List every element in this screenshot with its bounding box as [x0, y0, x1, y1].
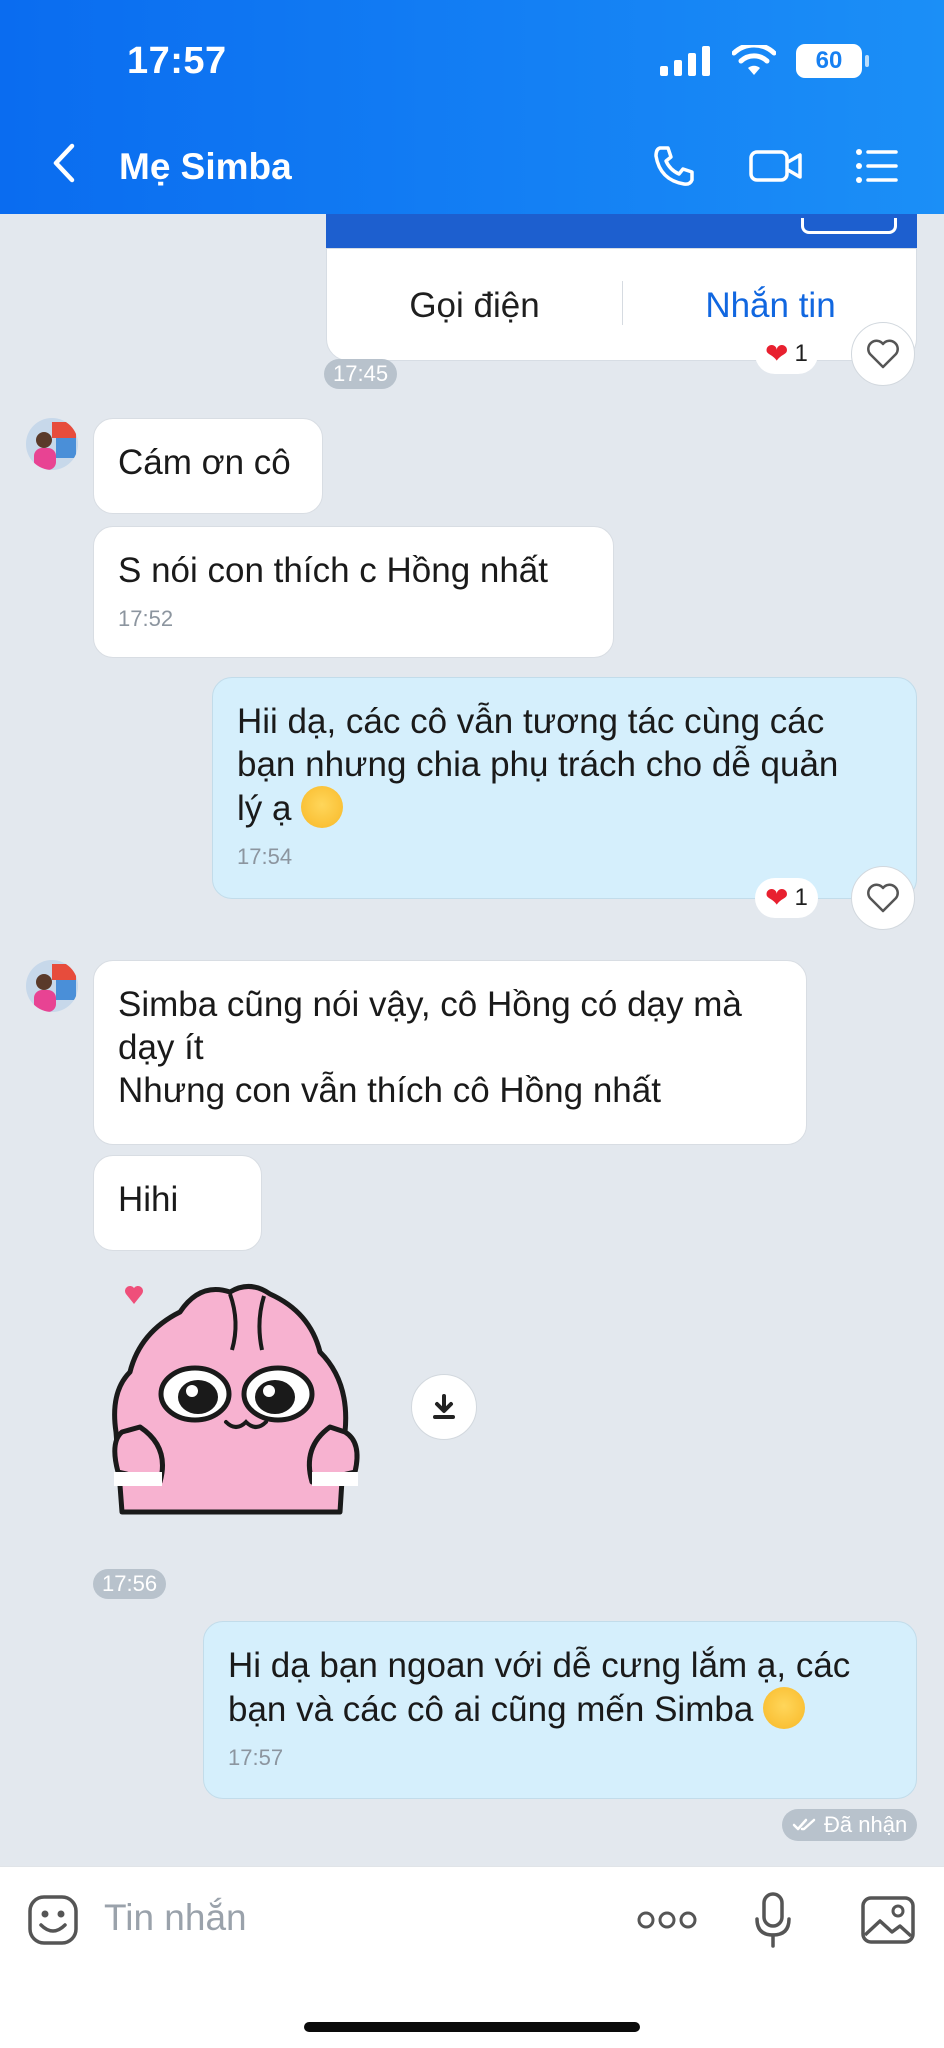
download-button[interactable]: [411, 1374, 477, 1440]
message-text: Hihi: [118, 1180, 179, 1219]
message-bubble-mine[interactable]: Hii dạ, các cô vẫn tương tác cùng các bạ…: [212, 677, 917, 899]
emoji-icon[interactable]: [26, 1893, 80, 1947]
avatar[interactable]: [26, 418, 78, 470]
status-time: 17:57: [127, 40, 227, 82]
back-icon[interactable]: [46, 140, 82, 186]
card-logo: [801, 218, 897, 234]
home-indicator: [304, 2022, 640, 2032]
heart-outline-icon: [867, 339, 899, 369]
message-bubble-mine[interactable]: Hi dạ bạn ngoan với dễ cưng lắm ạ, các b…: [203, 1621, 917, 1799]
message-text: Hii dạ, các cô vẫn tương tác cùng các: [237, 702, 825, 741]
image-icon[interactable]: [860, 1895, 916, 1945]
message-text: S nói con thích c Hồng nhất: [118, 551, 548, 590]
message-text: Cám ơn cô: [118, 443, 291, 482]
message-bubble[interactable]: Cám ơn cô: [93, 418, 323, 514]
heart-outline-icon: [867, 883, 899, 913]
message-list[interactable]: Gọi điện Nhắn tin ❤ 1 17:45 Cám ơn cô S …: [0, 214, 944, 1866]
sticker-image[interactable]: [100, 1272, 380, 1522]
message-time: 17:54: [237, 844, 293, 869]
message-text: lý ạ: [237, 789, 292, 828]
message-text: bạn và các cô ai cũng mến Simba: [228, 1690, 754, 1729]
video-icon[interactable]: [748, 142, 804, 190]
message-text: bạn nhưng chia phụ trách cho dễ quản: [237, 745, 839, 784]
message-time: 17:45: [324, 359, 398, 389]
message-time: 17:52: [118, 606, 174, 631]
avatar-image: [26, 418, 78, 470]
mic-icon[interactable]: [753, 1891, 793, 1949]
menu-icon[interactable]: [852, 142, 900, 190]
contact-card-banner: [326, 214, 917, 248]
signal-icon: [660, 46, 710, 76]
wifi-icon: [732, 45, 776, 75]
chat-header: 17:57 60 Mẹ Simba: [0, 0, 944, 214]
message-bubble[interactable]: Hihi: [93, 1155, 262, 1251]
more-icon[interactable]: [636, 1909, 698, 1931]
message-bubble[interactable]: S nói con thích c Hồng nhất 17:52: [93, 526, 614, 658]
delivery-status-text: Đã nhận: [824, 1812, 908, 1837]
message-input[interactable]: Tin nhắn: [104, 1897, 247, 1939]
download-icon: [433, 1394, 455, 1419]
chat-title[interactable]: Mẹ Simba: [119, 146, 292, 188]
status-icons: 60: [660, 44, 869, 78]
avatar-image: [26, 960, 78, 1012]
battery-indicator: 60: [796, 44, 869, 78]
message-bubble[interactable]: Simba cũng nói vậy, cô Hồng có dạy mà dạ…: [93, 960, 807, 1145]
reaction-count: 1: [794, 884, 808, 911]
delivery-status: Đã nhận: [782, 1809, 918, 1841]
react-button[interactable]: [851, 322, 915, 386]
phone-icon[interactable]: [650, 142, 698, 190]
message-text: dạy ít: [118, 1028, 204, 1067]
message-text: Simba cũng nói vậy, cô Hồng có dạy mà: [118, 985, 742, 1024]
reaction-badge[interactable]: ❤ 1: [755, 334, 818, 374]
heart-icon: ❤: [765, 338, 789, 369]
message-time: 17:56: [93, 1569, 167, 1599]
double-check-icon: [792, 1818, 816, 1831]
react-button[interactable]: [851, 866, 915, 930]
message-time: 17:57: [228, 1745, 284, 1770]
contact-card: Gọi điện Nhắn tin: [326, 248, 917, 361]
call-button[interactable]: Gọi điện: [327, 249, 622, 362]
heart-icon: ❤: [765, 882, 789, 913]
message-text: Nhưng con vẫn thích cô Hồng nhất: [118, 1071, 661, 1110]
reaction-count: 1: [794, 340, 808, 367]
message-text: Hi dạ bạn ngoan với dễ cưng lắm ạ, các: [228, 1646, 851, 1685]
avatar[interactable]: [26, 960, 78, 1012]
smiling-emoji-icon: [763, 1687, 806, 1729]
smiling-emoji-icon: [301, 786, 344, 828]
message-input-bar: Tin nhắn: [0, 1866, 944, 2048]
reaction-badge[interactable]: ❤ 1: [755, 878, 818, 918]
